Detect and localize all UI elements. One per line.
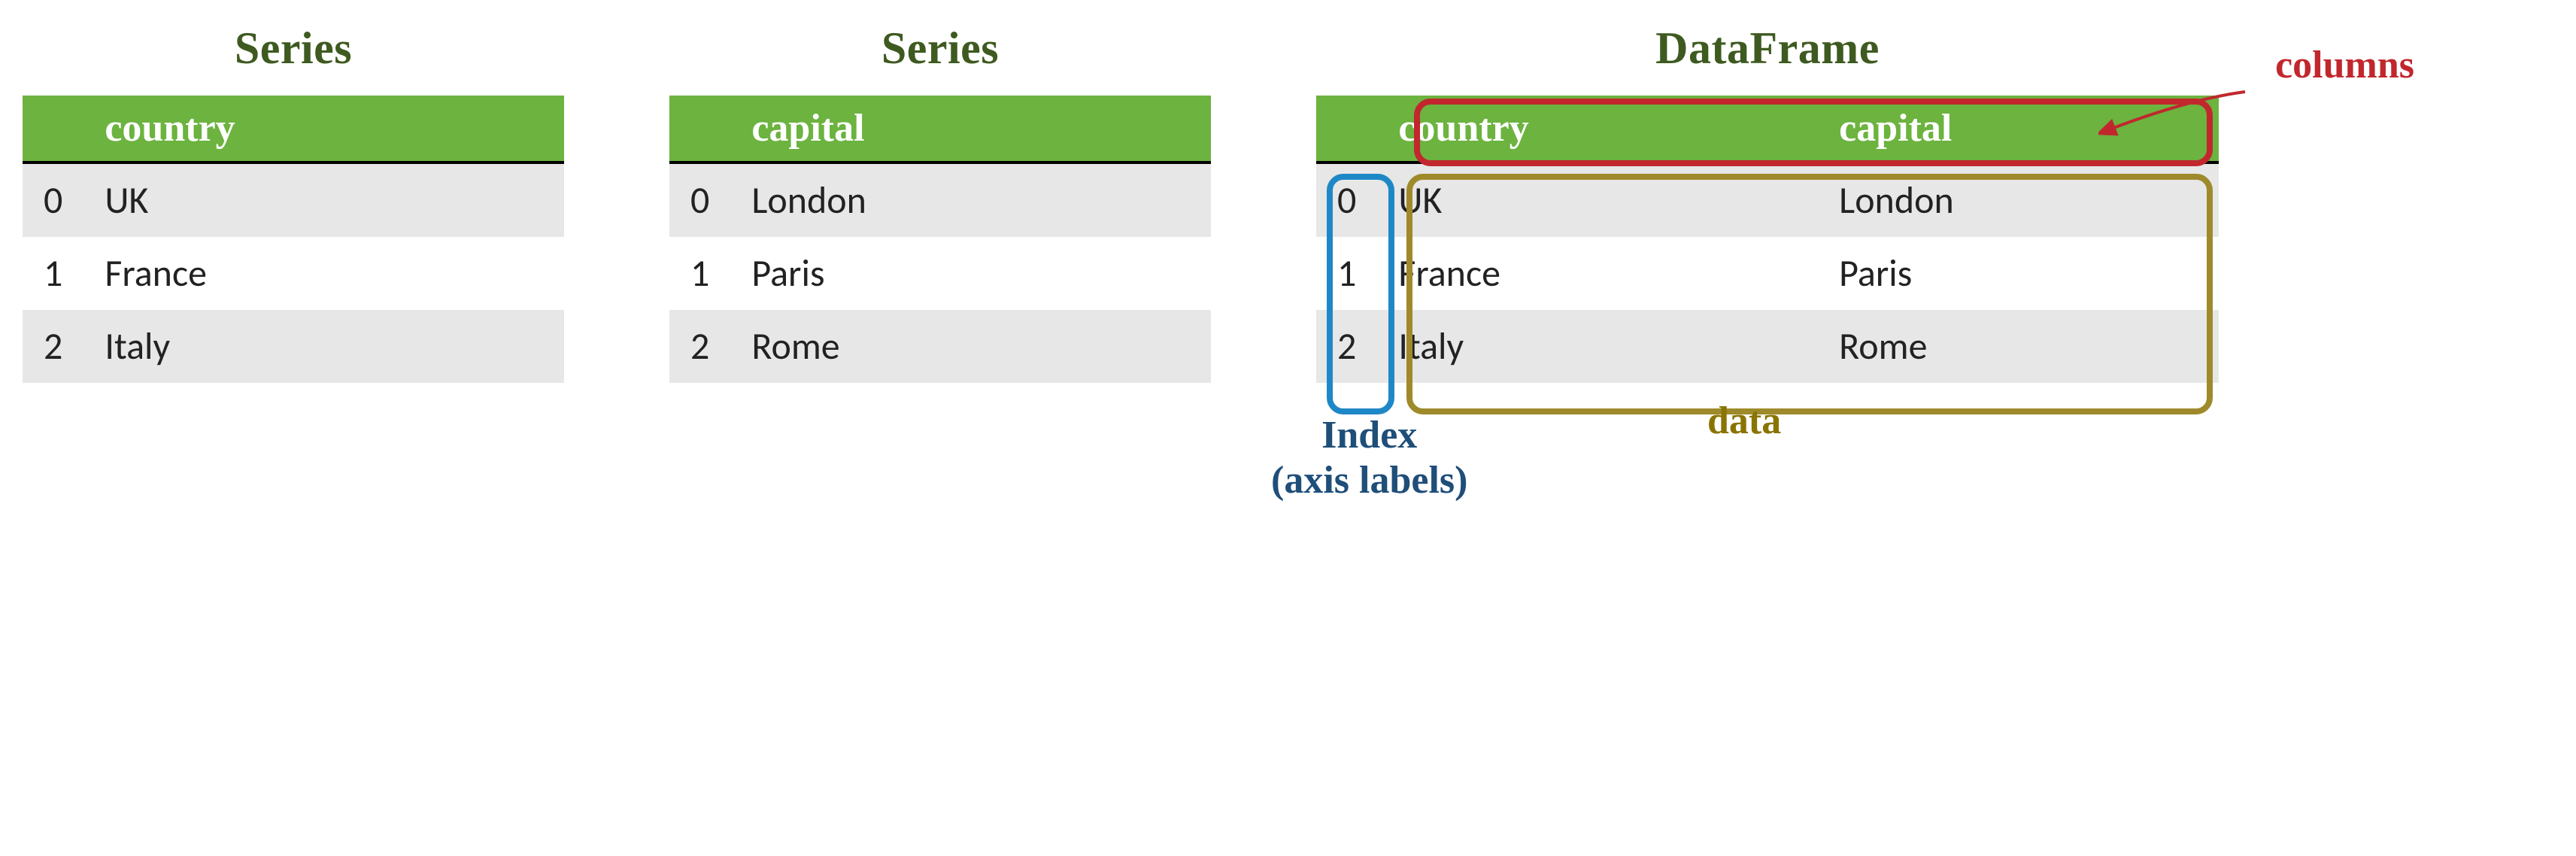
column-header: country	[1377, 96, 1818, 162]
cell-value: Italy	[1377, 310, 1818, 383]
cell-value: France	[1377, 237, 1818, 310]
table-row: 0 UK	[23, 162, 564, 237]
diagram-stage: Series country 0 UK 1 France	[23, 23, 2553, 383]
series-country-panel: Series country 0 UK 1 France	[23, 23, 564, 383]
series-capital-table: capital 0 London 1 Paris 2 Rome	[669, 96, 1211, 383]
table-row: 1 Paris	[669, 237, 1211, 310]
row-value: UK	[83, 162, 564, 237]
dataframe-panel: DataFrame country capital 0 UK London	[1316, 23, 2219, 383]
table-row: 0 UK London	[1316, 162, 2219, 237]
row-index: 0	[669, 162, 730, 237]
annotation-index-line1: Index	[1321, 414, 1417, 457]
annotation-index-label: Index (axis labels)	[1271, 413, 1467, 503]
column-header: capital	[1818, 96, 2219, 162]
column-header: country	[83, 96, 564, 162]
row-index: 1	[669, 237, 730, 310]
cell-value: London	[1818, 162, 2219, 237]
row-index: 0	[1316, 162, 1377, 237]
annotation-columns-label: columns	[2275, 43, 2414, 87]
index-header-blank	[23, 96, 83, 162]
table-row: 0 London	[669, 162, 1211, 237]
row-index: 2	[669, 310, 730, 383]
row-value: London	[730, 162, 1211, 237]
row-index: 1	[23, 237, 83, 310]
index-header-blank	[1316, 96, 1377, 162]
cell-value: Rome	[1818, 310, 2219, 383]
cell-value: UK	[1377, 162, 1818, 237]
dataframe-table: country capital 0 UK London 1 France Par…	[1316, 96, 2219, 383]
row-value: France	[83, 237, 564, 310]
series-capital-panel: Series capital 0 London 1 Paris	[669, 23, 1211, 383]
panel-title: Series	[881, 23, 999, 74]
index-header-blank	[669, 96, 730, 162]
panel-title: DataFrame	[1655, 23, 1880, 74]
row-value: Paris	[730, 237, 1211, 310]
row-value: Italy	[83, 310, 564, 383]
row-index: 2	[23, 310, 83, 383]
row-index: 2	[1316, 310, 1377, 383]
table-row: 2 Italy Rome	[1316, 310, 2219, 383]
row-index: 1	[1316, 237, 1377, 310]
cell-value: Paris	[1818, 237, 2219, 310]
table-row: 2 Italy	[23, 310, 564, 383]
annotation-data-label: data	[1707, 399, 1781, 443]
row-value: Rome	[730, 310, 1211, 383]
column-header: capital	[730, 96, 1211, 162]
table-row: 2 Rome	[669, 310, 1211, 383]
row-index: 0	[23, 162, 83, 237]
table-row: 1 France	[23, 237, 564, 310]
panel-title: Series	[235, 23, 352, 74]
annotation-index-line2: (axis labels)	[1271, 459, 1467, 502]
series-country-table: country 0 UK 1 France 2 Italy	[23, 96, 564, 383]
table-row: 1 France Paris	[1316, 237, 2219, 310]
